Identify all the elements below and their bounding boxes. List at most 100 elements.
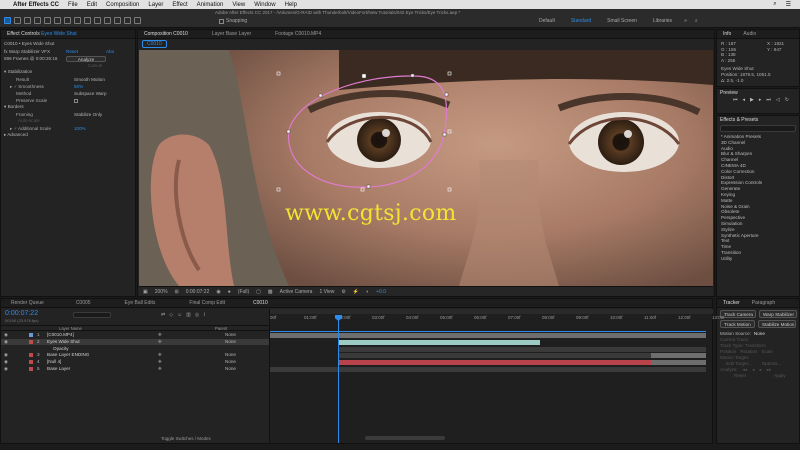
next-frame-icon[interactable]: ▸ (759, 97, 762, 103)
prev-frame-icon[interactable]: ◂ (743, 97, 746, 103)
timeline-zoom-slider[interactable] (365, 436, 445, 440)
mask-vertex[interactable] (444, 92, 449, 97)
toggle-switches-modes[interactable]: Toggle Switches / Modes (161, 436, 211, 441)
layer-name-header[interactable]: Layer Name (59, 326, 82, 331)
grid-icon[interactable]: ⊞ (175, 289, 179, 295)
snapshot-icon[interactable]: ◉ (216, 289, 220, 295)
layer-row[interactable]: ◉ 4 [Null 4] ✥ None (1, 359, 269, 366)
layer-switch-icon[interactable]: ✥ (158, 339, 162, 345)
warp-stabilizer-row[interactable]: fx Warp Stabilizer VFX Reset Abo (4, 48, 132, 55)
tab-render-queue[interactable]: Render Queue (11, 300, 44, 306)
fast-preview-icon[interactable]: ⚡ (353, 289, 359, 295)
menu-edit[interactable]: Edit (87, 2, 97, 8)
tracker-reset-button[interactable]: Reset (734, 373, 746, 379)
magnification-dropdown[interactable]: 200% (155, 289, 168, 295)
cancel-button[interactable]: Cancel (88, 63, 102, 68)
layer-duration-bar[interactable] (338, 346, 706, 352)
layer-name[interactable]: Opacity (53, 346, 69, 351)
layer-duration-bar[interactable] (270, 367, 706, 372)
tab-composition[interactable]: Composition C0010 (144, 31, 188, 37)
visibility-eye-icon[interactable]: ◉ (4, 352, 8, 358)
search-icon[interactable]: ⌕ (773, 1, 776, 8)
layer-switch-icon[interactable]: ✥ (158, 366, 162, 372)
menu-animation[interactable]: Animation (197, 2, 224, 8)
selection-tool-icon[interactable] (4, 17, 11, 24)
tab-paragraph[interactable]: Paragraph (752, 300, 775, 306)
analyze-forward-one-icon[interactable]: ▸ (760, 367, 762, 373)
motion-blur-icon[interactable]: ◎ (195, 312, 199, 318)
layer-switch-icon[interactable]: ✥ (158, 359, 162, 365)
channel-icon[interactable]: ● (228, 289, 231, 295)
composition-viewer[interactable]: www.cgtsj.com (139, 50, 713, 286)
frame-blending-icon[interactable]: ▥ (186, 312, 191, 318)
mask-vertex[interactable] (442, 132, 447, 137)
layer-name[interactable]: Eyes Wide Shut (47, 339, 80, 344)
framing-dropdown[interactable]: Stabilize Only (74, 112, 102, 117)
layer-row[interactable]: ◉ 5 Base Layer ✥ None (1, 366, 269, 373)
analyze-button[interactable]: Analyze (66, 55, 106, 62)
additional-scale-value[interactable]: 100% (74, 126, 86, 131)
layer-row[interactable]: ◉ 2 Eyes Wide Shut ✥ None (1, 338, 269, 346)
eraser-tool-icon[interactable] (114, 17, 121, 24)
work-area-bar[interactable] (270, 309, 713, 314)
mask-vertex[interactable] (361, 73, 367, 79)
parent-dropdown[interactable]: None (225, 332, 236, 337)
snapping-toggle[interactable]: Snapping (219, 18, 247, 24)
camera-tool-icon[interactable] (44, 17, 51, 24)
track-camera-button[interactable]: Track Camera (720, 310, 756, 318)
motion-source-dropdown[interactable]: None (754, 331, 765, 336)
stabilize-motion-button[interactable]: Stabilize Motion (758, 320, 796, 328)
comp-breadcrumb[interactable]: C0010 (142, 40, 167, 48)
type-tool-icon[interactable] (84, 17, 91, 24)
menu-help[interactable]: Help (285, 2, 297, 8)
view-layout-dropdown[interactable]: 1 View (319, 289, 334, 295)
tracker-apply-button[interactable]: Apply (774, 373, 786, 379)
mask-tool-icon[interactable] (64, 17, 71, 24)
always-preview-icon[interactable]: ▣ (143, 289, 148, 295)
borders-group[interactable]: ▾ Borders (4, 104, 132, 111)
mask-vertex[interactable] (318, 93, 323, 98)
warp-stabilizer-button[interactable]: Warp Stabilizer (759, 310, 797, 318)
snapping-checkbox[interactable] (219, 18, 224, 24)
stabilization-group[interactable]: ▾ Stabilization (4, 69, 132, 76)
visibility-eye-icon[interactable]: ◉ (4, 366, 8, 372)
about-link[interactable]: Abo (106, 49, 114, 54)
graph-editor-icon[interactable]: ⌇ (203, 312, 205, 318)
layer-row[interactable]: ◉ 1 [C0010.MP4] ✥ None (1, 332, 269, 339)
layer-row[interactable]: ◉ 3 Base Layer ENDING ✥ None (1, 352, 269, 359)
clone-tool-icon[interactable] (104, 17, 111, 24)
pan-behind-tool-icon[interactable] (54, 17, 61, 24)
visibility-eye-icon[interactable]: ◉ (4, 339, 8, 345)
layer-label-color[interactable] (29, 339, 33, 344)
layer-switch-icon[interactable]: ✥ (158, 352, 162, 358)
visibility-eye-icon[interactable]: ◉ (4, 359, 8, 365)
menu-layer[interactable]: Layer (148, 2, 163, 8)
parent-dropdown[interactable]: None (225, 339, 236, 344)
search-help-icon[interactable]: ⌕ (695, 18, 698, 24)
layer-name[interactable]: Base Layer ENDING (47, 352, 89, 357)
effects-search-input[interactable] (720, 125, 796, 132)
user-icon[interactable]: ☰ (786, 1, 791, 8)
exposure-value[interactable]: +0.0 (376, 289, 386, 295)
mute-audio-icon[interactable]: ◁ (776, 97, 780, 103)
loop-icon[interactable]: ↻ (785, 97, 789, 103)
property-row[interactable]: Opacity (1, 346, 269, 353)
render-icon[interactable]: ⚙ (341, 289, 345, 295)
exposure-icon[interactable]: ◐ (366, 289, 369, 295)
resolution-dropdown[interactable]: (Full) (238, 289, 249, 295)
analyze-back-one-icon[interactable]: ◂ (752, 367, 754, 373)
tab-layer[interactable]: Layer Base Layer (212, 31, 251, 37)
roto-tool-icon[interactable] (124, 17, 131, 24)
camera-view-dropdown[interactable]: Active Camera (280, 289, 313, 295)
mask-vertex[interactable] (286, 129, 291, 134)
layer-name[interactable]: Base Layer (47, 366, 70, 371)
workspace-standard[interactable]: Standard (571, 18, 591, 24)
current-time-indicator[interactable] (338, 315, 339, 443)
parent-dropdown[interactable]: None (225, 352, 236, 357)
layer-label-color[interactable] (29, 360, 33, 365)
tab-audio[interactable]: Audio (743, 31, 756, 37)
tab-footage[interactable]: Footage C0010.MP4 (275, 31, 321, 37)
tab-c0005[interactable]: C0005 (76, 300, 91, 306)
tab-c0010[interactable]: C0010 (253, 300, 268, 306)
layer-label-color[interactable] (29, 347, 33, 351)
